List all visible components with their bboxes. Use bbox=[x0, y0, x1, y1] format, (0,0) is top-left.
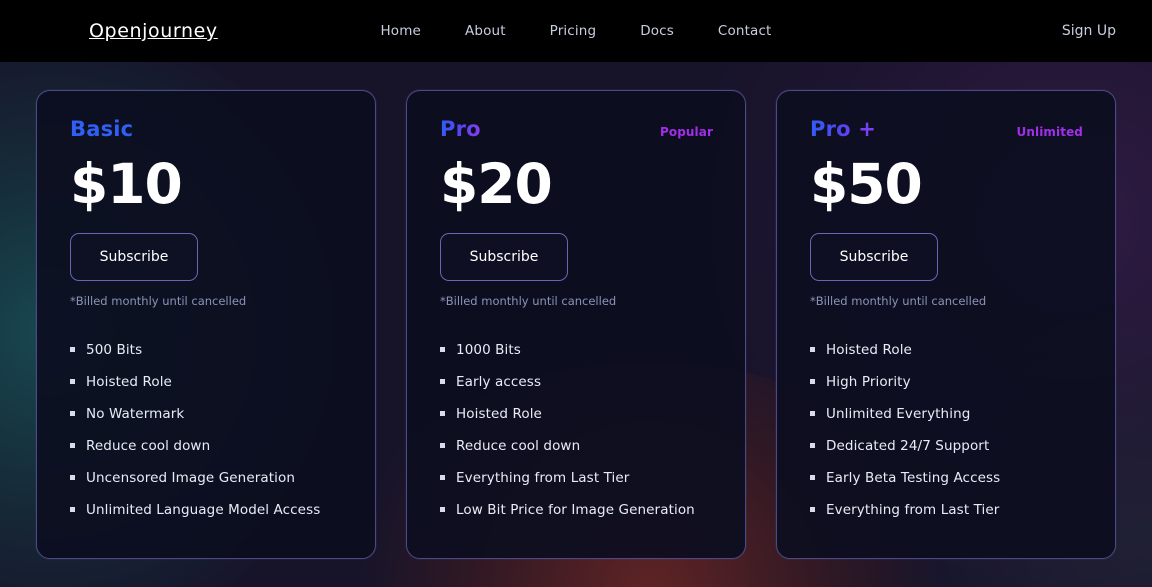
bullet-icon bbox=[70, 443, 75, 449]
feature-label: High Priority bbox=[826, 373, 911, 390]
bullet-icon bbox=[440, 475, 445, 481]
list-item: Hoisted Role bbox=[440, 398, 713, 430]
tier-badge: Unlimited bbox=[1016, 125, 1083, 139]
bullet-icon bbox=[440, 507, 445, 513]
feature-list: 500 Bits Hoisted Role No Watermark Reduc… bbox=[70, 334, 343, 526]
bullet-icon bbox=[810, 475, 815, 481]
bullet-icon bbox=[440, 379, 445, 385]
list-item: Hoisted Role bbox=[810, 334, 1083, 366]
billing-note: *Billed monthly until cancelled bbox=[810, 293, 987, 308]
pricing-card-pro: Pro Popular $20 Subscribe *Billed monthl… bbox=[406, 90, 746, 559]
feature-label: Hoisted Role bbox=[86, 373, 172, 390]
feature-label: 1000 Bits bbox=[456, 341, 521, 358]
feature-label: Hoisted Role bbox=[456, 405, 542, 422]
list-item: 1000 Bits bbox=[440, 334, 713, 366]
list-item: Hoisted Role bbox=[70, 366, 343, 398]
pricing-card-basic: Basic $10 Subscribe *Billed monthly unti… bbox=[36, 90, 376, 559]
nav-item-about[interactable]: About bbox=[465, 23, 506, 39]
list-item: No Watermark bbox=[70, 398, 343, 430]
billing-note: *Billed monthly until cancelled bbox=[440, 293, 617, 308]
feature-label: Dedicated 24/7 Support bbox=[826, 437, 990, 454]
feature-label: Early Beta Testing Access bbox=[826, 469, 1001, 486]
list-item: Uncensored Image Generation bbox=[70, 462, 343, 494]
pricing-card-pro-plus: Pro + Unlimited $50 Subscribe *Billed mo… bbox=[776, 90, 1116, 559]
feature-label: Hoisted Role bbox=[826, 341, 912, 358]
feature-label: No Watermark bbox=[86, 405, 185, 422]
feature-label: Reduce cool down bbox=[456, 437, 581, 454]
list-item: Unlimited Language Model Access bbox=[70, 494, 343, 526]
feature-list: 1000 Bits Early access Hoisted Role Redu… bbox=[440, 334, 713, 526]
bullet-icon bbox=[810, 411, 815, 417]
pricing-section: Basic $10 Subscribe *Billed monthly unti… bbox=[0, 62, 1152, 587]
card-header: Pro Popular bbox=[440, 117, 713, 143]
nav-item-home[interactable]: Home bbox=[381, 23, 421, 39]
card-header: Basic bbox=[70, 117, 343, 143]
subscribe-button[interactable]: Subscribe bbox=[70, 232, 198, 281]
bullet-icon bbox=[810, 507, 815, 513]
main-nav: Home About Pricing Docs Contact bbox=[0, 23, 1152, 39]
list-item: Early Beta Testing Access bbox=[810, 462, 1083, 494]
bullet-icon bbox=[70, 379, 75, 385]
list-item: Reduce cool down bbox=[70, 430, 343, 462]
bullet-icon bbox=[70, 347, 75, 353]
feature-label: 500 Bits bbox=[86, 341, 143, 358]
tier-price: $50 bbox=[810, 152, 923, 216]
billing-note: *Billed monthly until cancelled bbox=[70, 293, 247, 308]
feature-label: Low Bit Price for Image Generation bbox=[456, 501, 695, 518]
site-header: Openjourney Home About Pricing Docs Cont… bbox=[0, 0, 1152, 62]
tier-price: $10 bbox=[70, 152, 183, 216]
bullet-icon bbox=[70, 411, 75, 417]
list-item: High Priority bbox=[810, 366, 1083, 398]
list-item: Low Bit Price for Image Generation bbox=[440, 494, 713, 526]
bullet-icon bbox=[440, 443, 445, 449]
feature-label: Everything from Last Tier bbox=[456, 469, 630, 486]
list-item: Everything from Last Tier bbox=[440, 462, 713, 494]
bullet-icon bbox=[810, 379, 815, 385]
list-item: Early access bbox=[440, 366, 713, 398]
sign-up-link[interactable]: Sign Up bbox=[1062, 23, 1116, 39]
list-item: Reduce cool down bbox=[440, 430, 713, 462]
tier-name: Basic bbox=[70, 117, 134, 141]
feature-label: Unlimited Everything bbox=[826, 405, 971, 422]
tier-badge: Popular bbox=[659, 125, 713, 139]
bullet-icon bbox=[440, 347, 445, 353]
feature-label: Uncensored Image Generation bbox=[86, 469, 296, 486]
bullet-icon bbox=[70, 507, 75, 513]
feature-label: Reduce cool down bbox=[86, 437, 211, 454]
feature-label: Early access bbox=[456, 373, 542, 390]
bullet-icon bbox=[810, 443, 815, 449]
subscribe-button[interactable]: Subscribe bbox=[810, 232, 938, 281]
nav-item-docs[interactable]: Docs bbox=[640, 23, 674, 39]
list-item: Everything from Last Tier bbox=[810, 494, 1083, 526]
feature-list: Hoisted Role High Priority Unlimited Eve… bbox=[810, 334, 1083, 526]
tier-price: $20 bbox=[440, 152, 553, 216]
bullet-icon bbox=[440, 411, 445, 417]
feature-label: Unlimited Language Model Access bbox=[86, 501, 321, 518]
list-item: Unlimited Everything bbox=[810, 398, 1083, 430]
list-item: Dedicated 24/7 Support bbox=[810, 430, 1083, 462]
card-header: Pro + Unlimited bbox=[810, 117, 1083, 143]
feature-label: Everything from Last Tier bbox=[826, 501, 1000, 518]
tier-name: Pro + bbox=[810, 117, 877, 141]
bullet-icon bbox=[810, 347, 815, 353]
nav-item-contact[interactable]: Contact bbox=[718, 23, 772, 39]
list-item: 500 Bits bbox=[70, 334, 343, 366]
nav-item-pricing[interactable]: Pricing bbox=[550, 23, 597, 39]
tier-name: Pro bbox=[440, 117, 481, 141]
bullet-icon bbox=[70, 475, 75, 481]
subscribe-button[interactable]: Subscribe bbox=[440, 232, 568, 281]
